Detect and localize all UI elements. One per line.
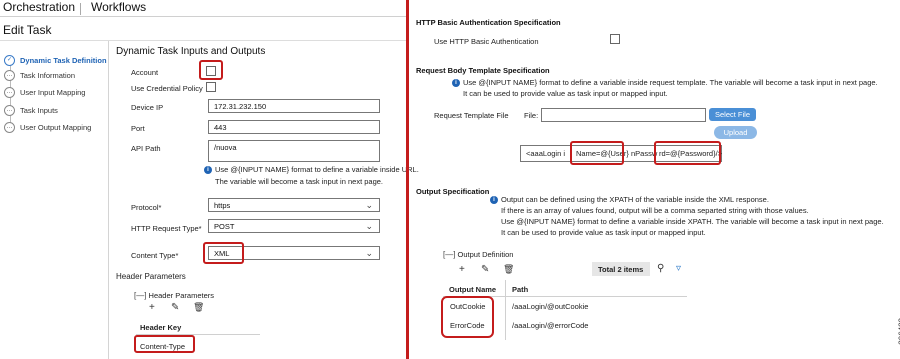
output-info-line-1: Output can be defined using the XPATH of…	[501, 195, 769, 204]
wizard-step-user-output-mapping[interactable]: … User Output Mapping	[4, 120, 104, 134]
api-info-line-1: Use @{INPUT NAME} format to define a var…	[215, 165, 419, 174]
wizard-step-label: Task Inputs	[20, 105, 58, 115]
request-info-line-2: It can be used to provide value as task …	[463, 89, 668, 98]
highlight-content-type	[203, 242, 244, 264]
content-type-label: Content Type*	[131, 251, 179, 260]
section-title: Dynamic Task Inputs and Outputs	[116, 46, 266, 57]
api-path-label: API Path	[131, 144, 161, 153]
wizard-step-label: Dynamic Task Definition	[20, 55, 107, 65]
filter-icon[interactable]: ▿	[676, 263, 681, 274]
add-icon[interactable]: +	[459, 264, 465, 275]
use-basic-auth-label: Use HTTP Basic Authentication	[434, 37, 539, 46]
wizard-step-dynamic-task-definition[interactable]: ✓ Dynamic Task Definition	[4, 53, 107, 67]
chevron-down-icon: ⌄	[365, 221, 373, 231]
step-pending-icon: …	[4, 86, 15, 98]
port-label: Port	[131, 124, 145, 133]
output-definition-label: Output Definition	[457, 250, 514, 259]
delete-icon[interactable]: 🗑	[503, 264, 514, 275]
output-info-line-2: If there is an array of values found, ou…	[501, 206, 809, 215]
step-pending-icon: …	[4, 121, 15, 133]
port-input[interactable]: 443	[208, 120, 380, 134]
file-label: File:	[524, 111, 539, 120]
chevron-down-icon: ⌄	[365, 248, 373, 258]
output-row-path[interactable]: /aaaLogin/@outCookie	[512, 302, 588, 311]
highlight-user-variable	[570, 141, 624, 165]
output-row-path[interactable]: /aaaLogin/@errorCode	[512, 321, 588, 330]
request-info-line-1: Use @{INPUT NAME} format to define a var…	[463, 78, 878, 87]
collapse-icon: [—]	[134, 291, 147, 300]
pane-divider	[108, 41, 109, 359]
page-title: Edit Task	[3, 23, 52, 37]
http-request-type-select[interactable]: POST ⌄	[208, 219, 380, 233]
http-request-type-label: HTTP Request Type*	[131, 224, 202, 233]
wizard-step-label: User Output Mapping	[20, 122, 92, 132]
header-parameters-group-label: Header Parameters	[148, 291, 214, 300]
device-ip-input[interactable]: 172.31.232.150	[208, 99, 380, 113]
header-parameters-group[interactable]: [—] Header Parameters	[134, 291, 214, 300]
request-body-title: Request Body Template Specification	[416, 66, 550, 75]
step-check-icon: ✓	[4, 54, 15, 66]
api-path-info: i Use @{INPUT NAME} format to define a va…	[204, 164, 419, 175]
nav-separator	[80, 3, 81, 15]
upload-button[interactable]: Upload	[714, 126, 757, 139]
header-parameters-title: Header Parameters	[116, 272, 186, 281]
figure-separator	[406, 0, 409, 359]
device-ip-label: Device IP	[131, 103, 164, 112]
output-info-line-3: Use @{INPUT NAME} format to define a var…	[501, 217, 884, 226]
output-name-column: Output Name	[449, 285, 497, 294]
output-definition-group[interactable]: [—] Output Definition	[443, 250, 513, 259]
info-icon: i	[452, 79, 460, 88]
header-key-column: Header Key	[140, 323, 182, 332]
title-divider	[0, 40, 406, 41]
search-icon[interactable]: ⚲	[657, 263, 664, 274]
api-info-line-2: The variable will become a task input in…	[215, 177, 384, 186]
request-info: i Use @{INPUT NAME} format to define a va…	[452, 77, 878, 88]
output-info: i Output can be defined using the XPATH o…	[490, 194, 769, 205]
total-items-badge: Total 2 items	[592, 262, 650, 276]
edit-icon[interactable]: ✎	[481, 264, 489, 275]
highlight-password-variable	[654, 141, 721, 165]
wizard-step-label: User Input Mapping	[20, 87, 86, 97]
wizard-step-label: Task Information	[20, 70, 76, 80]
use-credential-policy-checkbox[interactable]	[206, 82, 216, 92]
output-spec-title: Output Specification	[416, 187, 490, 196]
use-credential-policy-label: Use Credential Policy	[131, 84, 203, 93]
edit-icon[interactable]: ✎	[171, 302, 179, 313]
info-icon: i	[204, 166, 212, 175]
protocol-select[interactable]: https ⌄	[208, 198, 380, 212]
output-info-line-4: It can be used to provide value as task …	[501, 228, 706, 237]
account-label: Account	[131, 68, 159, 77]
highlight-account	[199, 60, 223, 80]
protocol-value: https	[214, 201, 231, 210]
wizard-step-task-information[interactable]: … Task Information	[4, 68, 104, 82]
use-basic-auth-checkbox[interactable]	[610, 34, 620, 44]
select-file-button[interactable]: Select File	[709, 108, 756, 121]
step-pending-icon: …	[4, 104, 15, 116]
file-path-input[interactable]	[541, 108, 706, 122]
add-icon[interactable]: +	[149, 302, 155, 313]
delete-icon[interactable]: 🗑	[193, 302, 204, 313]
basic-auth-title: HTTP Basic Authentication Specification	[416, 18, 561, 27]
protocol-label: Protocol*	[131, 203, 162, 212]
column-divider	[505, 280, 506, 340]
nav-workflows[interactable]: Workflows	[91, 0, 146, 14]
info-icon: i	[490, 196, 498, 205]
wizard-step-task-inputs[interactable]: … Task Inputs	[4, 103, 104, 117]
highlight-output-names	[441, 296, 494, 338]
chevron-down-icon: ⌄	[365, 200, 373, 210]
api-path-input[interactable]: /nuova	[208, 140, 380, 162]
collapse-icon: [—]	[443, 250, 456, 259]
highlight-content-type-row	[134, 335, 195, 353]
template-segment: <aaaLogin i	[526, 149, 565, 158]
app-title[interactable]: Orchestration	[3, 0, 75, 14]
total-items-text: Total 2 items	[598, 265, 644, 274]
wizard-step-user-input-mapping[interactable]: … User Input Mapping	[4, 85, 104, 99]
http-request-type-value: POST	[214, 222, 235, 231]
path-column: Path	[512, 285, 529, 294]
request-template-file-label: Request Template File	[434, 111, 509, 120]
step-pending-icon: …	[4, 69, 15, 81]
